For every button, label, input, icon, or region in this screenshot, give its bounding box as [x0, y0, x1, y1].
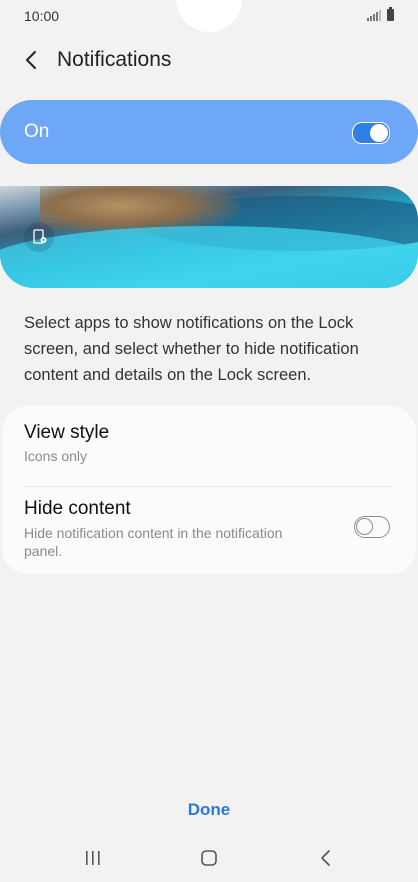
preview-settings-button[interactable]: [24, 222, 54, 252]
hide-content-row[interactable]: Hide content Hide notification content i…: [24, 498, 394, 562]
master-switch-label: On: [24, 121, 50, 142]
master-switch-bar[interactable]: On: [0, 100, 418, 164]
nav-home-button[interactable]: [189, 846, 229, 870]
status-icons: [367, 7, 394, 21]
nav-back-button[interactable]: [306, 846, 346, 870]
settings-card: View style Icons only Hide content Hide …: [2, 406, 416, 574]
master-toggle[interactable]: [352, 122, 390, 144]
status-time: 10:00: [24, 8, 60, 24]
signal-icon: [367, 9, 381, 21]
battery-icon: [387, 7, 394, 21]
back-nav-icon: [321, 850, 330, 866]
navigation-bar: [0, 838, 418, 882]
camera-notch: [176, 0, 242, 32]
view-style-title: View style: [24, 422, 110, 443]
lockscreen-preview: [0, 186, 418, 288]
lockscreen-settings-icon: [33, 229, 47, 244]
hide-content-title: Hide content: [24, 498, 131, 519]
page-title: Notifications: [57, 48, 172, 71]
back-button[interactable]: [18, 46, 46, 74]
hide-content-toggle[interactable]: [354, 516, 390, 538]
recents-icon: [86, 851, 100, 865]
status-bar: 10:00: [0, 0, 418, 32]
chevron-left-icon: [26, 51, 36, 69]
app-header: Notifications: [0, 38, 418, 82]
divider: [24, 486, 394, 487]
nav-recents-button[interactable]: [73, 846, 113, 870]
toggle-knob: [370, 124, 388, 142]
hide-content-subtitle: Hide notification content in the notific…: [24, 525, 283, 559]
done-button[interactable]: Done: [159, 796, 259, 824]
view-style-value: Icons only: [24, 448, 88, 464]
view-style-row[interactable]: View style Icons only: [24, 422, 394, 482]
description-text: Select apps to show notifications on the…: [24, 314, 359, 384]
toggle-knob: [356, 518, 373, 535]
home-icon: [201, 850, 217, 866]
